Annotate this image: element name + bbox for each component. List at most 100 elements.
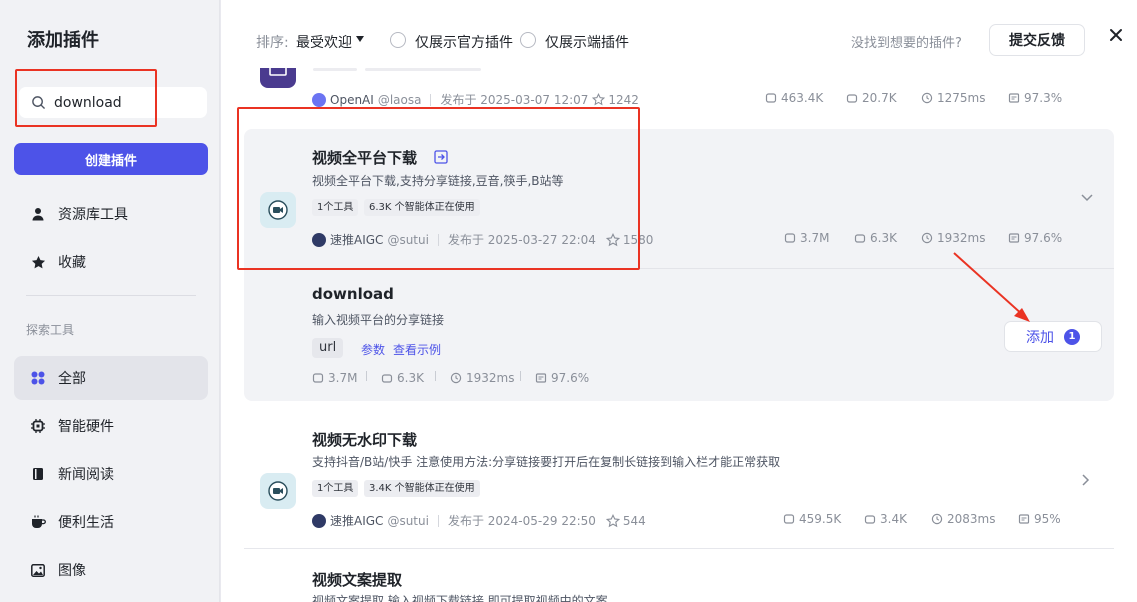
annotation-arrow-icon	[953, 252, 1030, 322]
stat-success: 97.6%	[535, 371, 589, 385]
sidebar-item-life[interactable]: 便利生活	[14, 500, 208, 544]
star-icon	[30, 254, 46, 270]
add-label: 添加	[1026, 329, 1054, 346]
highlight-box	[15, 69, 157, 127]
sort-dropdown[interactable]: 最受欢迎	[296, 32, 352, 52]
stat-calls: 463.4K	[765, 91, 823, 105]
sidebar: 添加插件 download 创建插件 资源库工具 收藏 探索工具 全部 智能硬件…	[0, 0, 220, 602]
stat-calls: 459.5K	[783, 512, 841, 526]
tool-name: download	[312, 285, 394, 303]
stat-success: 95%	[1018, 512, 1061, 526]
image-icon	[30, 562, 46, 578]
official-only-radio[interactable]	[390, 32, 406, 48]
create-plugin-button[interactable]: 创建插件	[14, 143, 208, 175]
stat-calls: 3.7M	[784, 231, 829, 245]
author-name: OpenAI	[330, 92, 374, 107]
plugin-title[interactable]: 视频无水印下载	[312, 429, 417, 450]
stat-divider	[435, 371, 436, 381]
star-outline-icon	[592, 93, 606, 106]
sort-label: 排序:	[256, 35, 289, 51]
param-tag: url	[312, 338, 344, 358]
book-icon	[30, 466, 46, 482]
sidebar-item-image[interactable]: 图像	[14, 548, 208, 592]
sidebar-divider	[26, 295, 196, 296]
bot-icon	[381, 374, 393, 383]
calls-icon	[312, 373, 324, 383]
message-icon	[1018, 514, 1030, 524]
sidebar-item-all[interactable]: 全部	[14, 356, 208, 400]
chevron-down-icon[interactable]	[1080, 193, 1094, 203]
author-handle: @sutui	[387, 513, 429, 528]
bot-icon	[846, 94, 858, 103]
sidebar-item-label: 便利生活	[58, 515, 114, 531]
plugin-title[interactable]: 视频文案提取	[312, 569, 402, 590]
toolbar: 排序: 最受欢迎 仅展示官方插件 仅展示端插件 没找到想要的插件? 提交反馈	[221, 0, 1137, 68]
grid-icon	[30, 370, 46, 386]
stat-success: 97.3%	[1008, 91, 1062, 105]
plugin-description: 支持抖音/B站/快手 注意使用方法:分享链接要打开后在复制长链接到输入栏才能正常…	[312, 455, 781, 469]
stat-calls: 3.7M	[312, 371, 357, 385]
caret-down-icon[interactable]	[356, 36, 364, 42]
device-only-label[interactable]: 仅展示端插件	[545, 32, 629, 52]
sidebar-item-label: 全部	[58, 371, 86, 387]
official-only-label[interactable]: 仅展示官方插件	[415, 32, 513, 52]
avatar	[312, 513, 326, 528]
bot-icon	[864, 515, 876, 524]
calls-icon	[784, 233, 796, 243]
example-link[interactable]: 查看示例	[393, 341, 441, 358]
sidebar-item-news[interactable]: 新闻阅读	[14, 452, 208, 496]
publish-time: 发布于 2024-05-29 22:50	[447, 514, 596, 528]
not-found-text: 没找到想要的插件?	[851, 36, 962, 51]
highlight-box	[237, 107, 640, 270]
star-count: 544	[622, 513, 646, 528]
params-link[interactable]: 参数	[361, 341, 385, 358]
sidebar-item-hardware[interactable]: 智能硬件	[14, 404, 208, 448]
stat-divider	[366, 371, 367, 381]
stat-bots: 3.4K	[864, 512, 907, 526]
list-divider	[244, 548, 1114, 549]
calls-icon	[765, 93, 777, 103]
stat-latency: 1275ms	[921, 91, 985, 105]
stat-success: 97.6%	[1008, 231, 1062, 245]
sidebar-item-label: 智能硬件	[58, 419, 114, 435]
chip-icon	[30, 418, 46, 434]
plugin-meta: OpenAI @laosa 发布于 2025-03-07 12:07 1242	[312, 91, 639, 108]
device-only-radio[interactable]	[520, 32, 536, 48]
stat-latency: 2083ms	[931, 512, 995, 526]
message-icon	[1008, 93, 1020, 103]
clock-icon	[921, 232, 933, 244]
bot-icon	[854, 234, 866, 243]
close-icon[interactable]	[1108, 27, 1124, 43]
calls-icon	[783, 514, 795, 524]
tag-fragment	[365, 68, 481, 71]
clock-icon	[450, 372, 462, 384]
feedback-button[interactable]: 提交反馈	[989, 24, 1085, 56]
stat-bots: 6.3K	[854, 231, 897, 245]
sidebar-item-label: 资源库工具	[58, 207, 128, 223]
chevron-right-icon[interactable]	[1081, 473, 1091, 487]
clock-icon	[921, 92, 933, 104]
star-outline-icon	[605, 513, 620, 527]
plugin-description: 视频文案提取,输入视频下载链接,即可提取视频中的文案。	[312, 594, 620, 602]
tag-fragment	[313, 68, 357, 71]
author-handle: @laosa	[377, 92, 422, 107]
usage-tag: 3.4K 个智能体正在使用	[364, 480, 480, 497]
sidebar-item-label: 图像	[58, 563, 86, 579]
sidebar-item-label: 新闻阅读	[58, 467, 114, 483]
person-icon	[30, 206, 46, 222]
dialog-title: 添加插件	[27, 30, 99, 51]
sidebar-item-label: 收藏	[58, 255, 86, 271]
message-icon	[1008, 233, 1020, 243]
star-count: 1242	[608, 92, 639, 107]
stat-divider	[520, 371, 521, 381]
tool-description: 输入视频平台的分享链接	[312, 313, 445, 327]
section-label: 探索工具	[26, 323, 75, 337]
cup-icon	[30, 514, 46, 530]
stat-bots: 6.3K	[381, 371, 424, 385]
sidebar-item-library-tools[interactable]: 资源库工具	[14, 192, 208, 236]
publish-time: 发布于 2025-03-07 12:07	[440, 93, 589, 107]
sidebar-item-favorites[interactable]: 收藏	[14, 240, 208, 284]
stat-bots: 20.7K	[846, 91, 897, 105]
stat-latency: 1932ms	[921, 231, 985, 245]
message-icon	[535, 373, 547, 383]
